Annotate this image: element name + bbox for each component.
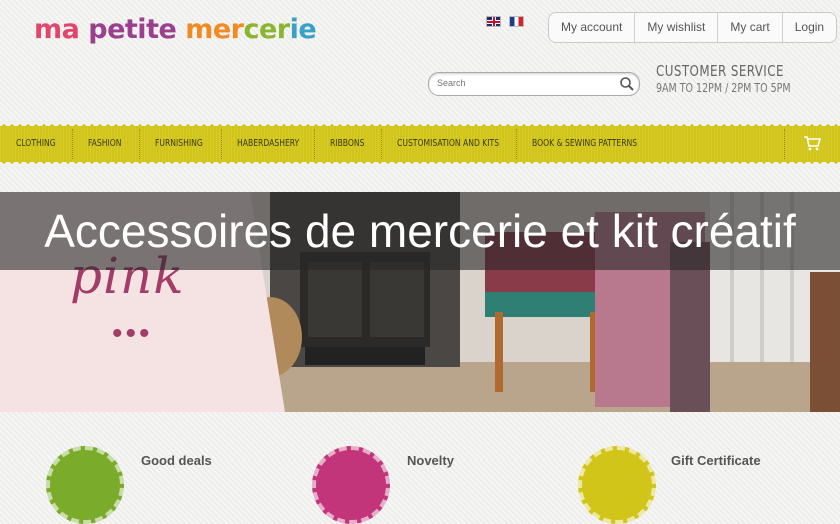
english-flag-icon[interactable] <box>486 16 501 27</box>
gift-certificate-badge-icon <box>578 446 656 524</box>
nav-item-fashion[interactable]: FASHION <box>72 129 140 159</box>
nav-item-label: FURNISHING <box>155 138 203 149</box>
customer-service-title: CUSTOMER SERVICE <box>656 62 784 80</box>
language-switcher <box>486 16 524 27</box>
nav-item-clothing[interactable]: CLOTHING <box>0 129 73 159</box>
shopping-cart-icon <box>804 136 821 151</box>
my-wishlist-link[interactable]: My wishlist <box>634 13 717 42</box>
feature-label: Gift Certificate <box>671 453 761 468</box>
logo-part: ma <box>34 14 89 45</box>
logo-part: cer <box>243 14 290 45</box>
nav-item-label: BOOK & SEWING PATTERNS <box>532 138 638 149</box>
main-nav: CLOTHING FASHION FURNISHING HABERDASHERY… <box>0 121 840 167</box>
my-account-link[interactable]: My account <box>549 13 634 42</box>
login-link[interactable]: Login <box>781 13 836 42</box>
magnifier-icon[interactable] <box>619 76 635 92</box>
french-flag-icon[interactable] <box>509 16 524 27</box>
customer-service-hours: 9AM TO 12PM / 2PM TO 5PM <box>656 81 791 95</box>
nav-item-book-sewing-patterns[interactable]: BOOK & SEWING PATTERNS <box>516 129 784 159</box>
search-box <box>428 72 640 96</box>
nav-item-label: CUSTOMISATION AND KITS <box>397 138 500 149</box>
nav-item-ribbons[interactable]: RIBBONS <box>314 129 382 159</box>
nav-item-label: CLOTHING <box>16 138 56 149</box>
title-banner: Accessoires de mercerie et kit créatif <box>0 192 840 270</box>
feature-label: Novelty <box>407 453 454 468</box>
customer-service: CUSTOMER SERVICE 9AM TO 12PM / 2PM TO 5P… <box>656 62 809 95</box>
nav-item-label: HABERDASHERY <box>237 138 300 149</box>
hero-dots: ••• <box>112 317 153 350</box>
site-logo[interactable]: ma petite mercerie <box>34 14 317 45</box>
feature-label: Good deals <box>141 453 212 468</box>
logo-part: ie <box>289 14 317 45</box>
my-cart-link[interactable]: My cart <box>717 13 781 42</box>
good-deals-badge-icon <box>46 446 124 524</box>
nav-cart-button[interactable] <box>784 129 840 159</box>
account-nav: My account My wishlist My cart Login <box>548 12 838 43</box>
nav-item-customisation-and-kits[interactable]: CUSTOMISATION AND KITS <box>381 129 517 159</box>
nav-item-label: FASHION <box>88 138 122 149</box>
banner-title: Accessoires de mercerie et kit créatif <box>44 205 796 257</box>
search-input[interactable] <box>437 74 617 92</box>
nav-item-label: RIBBONS <box>330 138 365 149</box>
logo-part: mer <box>185 14 244 45</box>
nav-item-haberdashery[interactable]: HABERDASHERY <box>221 129 315 159</box>
logo-part: petite <box>88 14 186 45</box>
nav-item-furnishing[interactable]: FURNISHING <box>139 129 222 159</box>
novelty-badge-icon <box>312 446 390 524</box>
